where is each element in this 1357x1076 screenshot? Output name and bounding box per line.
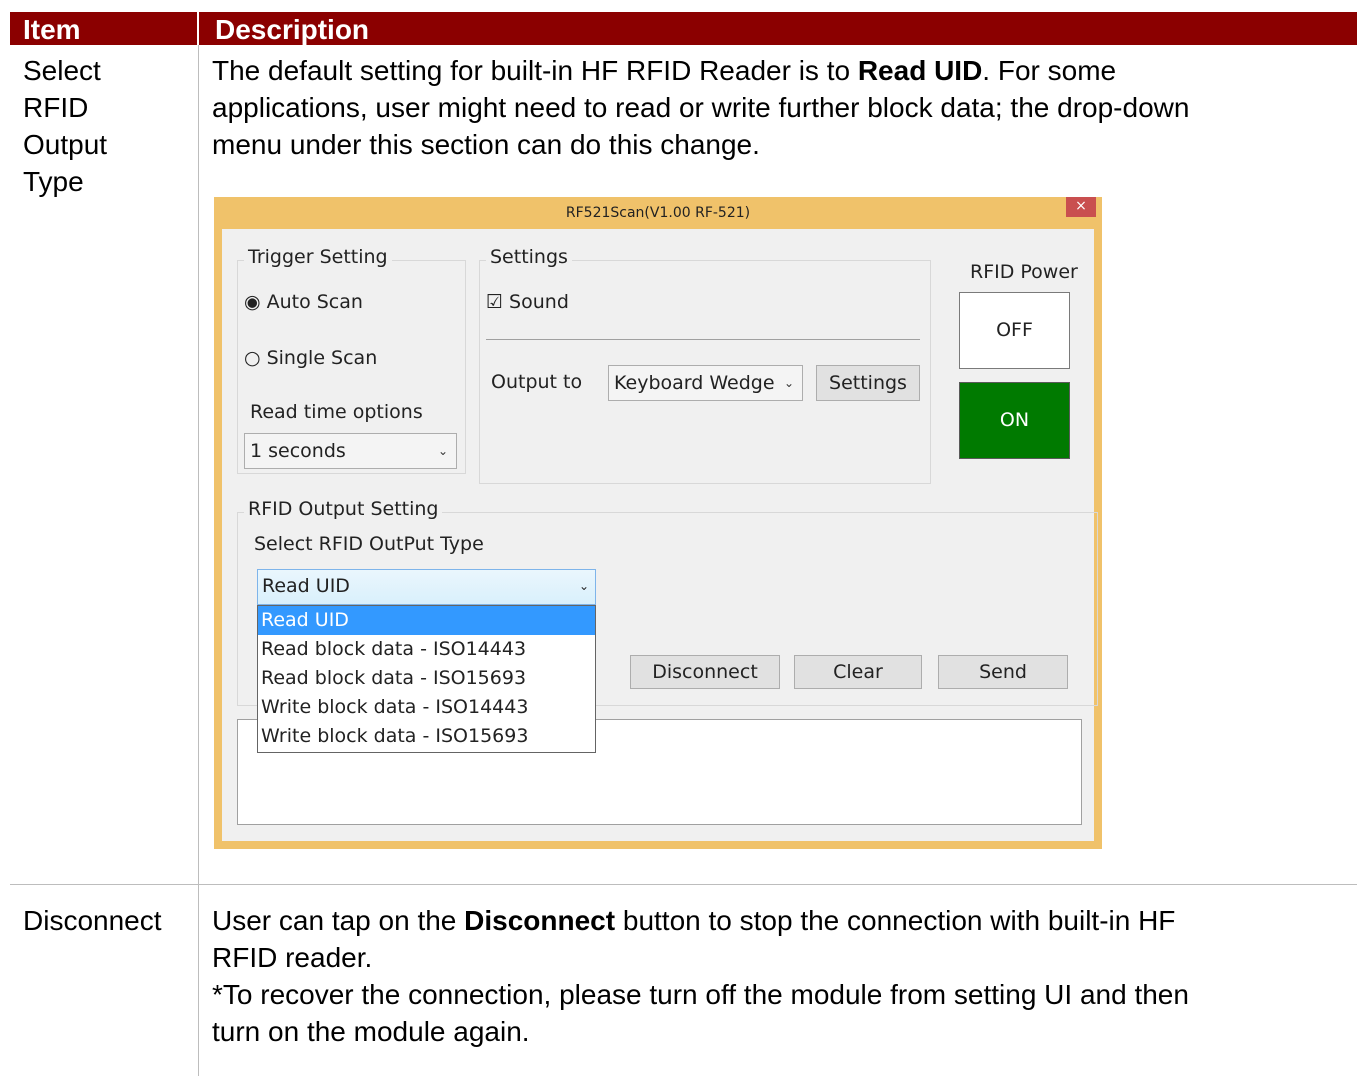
desc-line: menu under this section can do this chan… bbox=[212, 129, 760, 160]
radio-label: Auto Scan bbox=[266, 291, 363, 313]
desc-bold: Read UID bbox=[857, 55, 983, 86]
item-line: Select bbox=[23, 55, 101, 86]
trigger-setting-group: Trigger Setting ◉ Auto Scan ○ Single Scan … bbox=[237, 246, 466, 474]
select-value: Keyboard Wedge bbox=[614, 372, 775, 394]
window-title: RF521Scan(V1.00 RF-521) bbox=[565, 205, 751, 221]
select-output-type-label: Select RFID OutPut Type bbox=[254, 533, 484, 555]
desc-line: User can tap on the Disconnect button to… bbox=[212, 902, 1342, 939]
rfid-output-type-select[interactable]: Read UID ⌄ bbox=[257, 569, 596, 605]
checkbox-checked-icon: ☑ bbox=[486, 291, 504, 313]
desc-text: The default setting for built-in HF RFID… bbox=[212, 55, 858, 86]
settings-group: Settings ☑ Sound Output to Keyboard Wedge… bbox=[479, 246, 931, 484]
settings-divider bbox=[486, 339, 920, 340]
row-description: User can tap on the Disconnect button to… bbox=[212, 902, 1342, 1050]
row-item-select-rfid-output-type: Select RFID Output Type bbox=[23, 52, 107, 200]
dropdown-option[interactable]: Read UID bbox=[258, 606, 595, 635]
desc-line: RFID reader. bbox=[212, 942, 373, 973]
group-title: Trigger Setting bbox=[244, 246, 392, 268]
dropdown-option[interactable]: Write block data - ISO14443 bbox=[258, 693, 595, 722]
desc-text: button to stop the connection with built… bbox=[615, 905, 1176, 936]
single-scan-radio[interactable]: ○ Single Scan bbox=[244, 347, 377, 369]
select-value: Read UID bbox=[262, 575, 350, 597]
desc-line: *To recover the connection, please turn … bbox=[212, 979, 1189, 1010]
output-settings-button[interactable]: Settings bbox=[816, 365, 920, 401]
sound-checkbox[interactable]: ☑ Sound bbox=[486, 291, 569, 313]
chevron-down-icon: ⌄ bbox=[578, 579, 589, 593]
rfid-output-type-dropdown: Read UID Read block data - ISO14443 Read… bbox=[257, 605, 596, 753]
send-button[interactable]: Send bbox=[938, 655, 1068, 689]
desc-text: . For some bbox=[982, 55, 1117, 86]
dropdown-option[interactable]: Read block data - ISO15693 bbox=[258, 664, 595, 693]
app-window: RF521Scan(V1.00 RF-521) × Trigger Settin… bbox=[214, 197, 1102, 849]
group-title: RFID Output Setting bbox=[244, 498, 443, 520]
dropdown-option[interactable]: Write block data - ISO15693 bbox=[258, 722, 595, 751]
row-divider bbox=[10, 884, 1357, 885]
window-client: Trigger Setting ◉ Auto Scan ○ Single Scan … bbox=[222, 229, 1098, 841]
read-time-select[interactable]: 1 seconds ⌄ bbox=[244, 433, 457, 469]
output-to-select[interactable]: Keyboard Wedge ⌄ bbox=[608, 365, 803, 401]
header-divider bbox=[197, 12, 199, 45]
close-button[interactable]: × bbox=[1066, 197, 1096, 217]
chevron-down-icon: ⌄ bbox=[783, 376, 794, 390]
radio-empty-icon: ○ bbox=[244, 347, 261, 369]
header-item: Item bbox=[23, 14, 81, 45]
auto-scan-radio[interactable]: ◉ Auto Scan bbox=[244, 291, 363, 313]
read-time-label: Read time options bbox=[250, 401, 423, 423]
power-off-button[interactable]: OFF bbox=[959, 292, 1070, 369]
radio-label: Single Scan bbox=[266, 347, 378, 369]
desc-bold: Disconnect bbox=[464, 905, 616, 936]
table-header: Item Description bbox=[10, 12, 1357, 45]
radio-selected-icon: ◉ bbox=[244, 291, 261, 313]
column-divider bbox=[198, 45, 199, 1076]
clear-button[interactable]: Clear bbox=[794, 655, 922, 689]
row-description: The default setting for built-in HF RFID… bbox=[212, 52, 1342, 163]
header-description: Description bbox=[215, 14, 370, 45]
close-icon: × bbox=[1075, 198, 1087, 214]
disconnect-button[interactable]: Disconnect bbox=[630, 655, 780, 689]
output-to-label: Output to bbox=[491, 371, 583, 393]
checkbox-label: Sound bbox=[509, 291, 569, 313]
dropdown-option[interactable]: Read block data - ISO14443 bbox=[258, 635, 595, 664]
select-value: 1 seconds bbox=[250, 440, 346, 462]
item-line: RFID bbox=[23, 92, 89, 123]
item-line: Output bbox=[23, 129, 108, 160]
desc-line: The default setting for built-in HF RFID… bbox=[212, 52, 1342, 89]
power-on-button[interactable]: ON bbox=[959, 382, 1070, 459]
desc-line: applications, user might need to read or… bbox=[212, 92, 1190, 123]
desc-text: User can tap on the bbox=[212, 905, 465, 936]
row-item-disconnect: Disconnect bbox=[23, 905, 162, 936]
desc-line: turn on the module again. bbox=[212, 1016, 530, 1047]
chevron-down-icon: ⌄ bbox=[437, 444, 448, 458]
rfid-power-label: RFID Power bbox=[970, 261, 1078, 283]
group-title: Settings bbox=[486, 246, 572, 268]
item-line: Type bbox=[23, 166, 84, 197]
